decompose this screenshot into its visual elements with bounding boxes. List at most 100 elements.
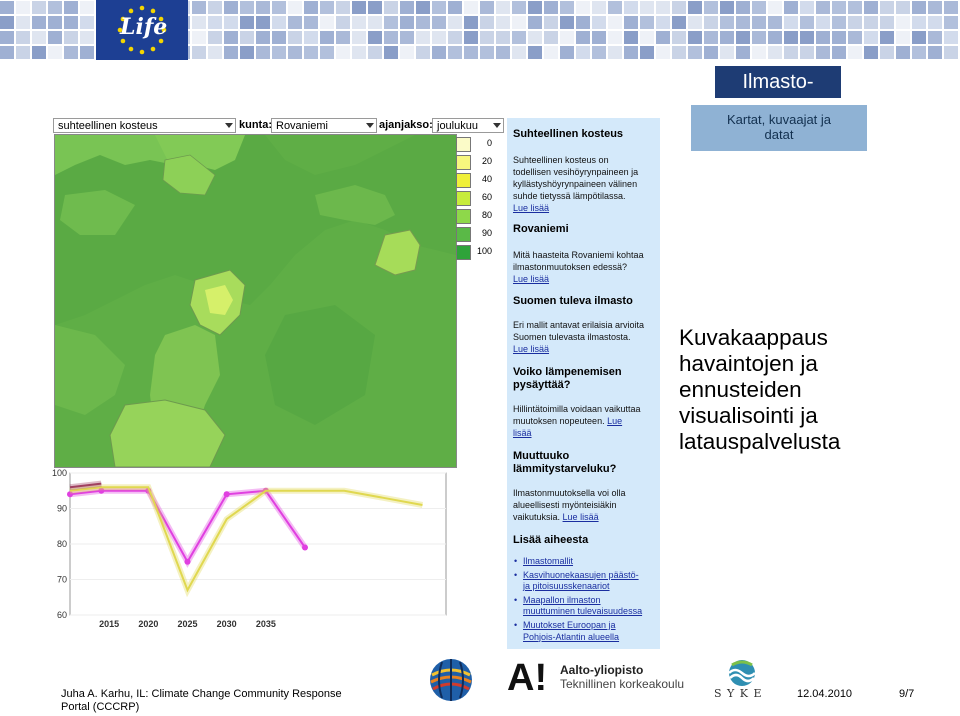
life-logo-text: Life (120, 14, 168, 40)
header-tile (736, 1, 750, 14)
header-tile (800, 46, 814, 59)
chevron-down-icon (366, 123, 374, 128)
header-tile (256, 16, 270, 29)
chart-x-tick-label: 2025 (177, 619, 197, 629)
header-tile (848, 31, 862, 44)
header-tile (496, 46, 510, 59)
header-tile (944, 16, 958, 29)
brand-subtitle-link[interactable]: Kartat, kuvaajat ja datat (691, 105, 867, 151)
humidity-chart[interactable]: 100 90 80 70 60 2015 2020 2025 2030 2035 (48, 465, 448, 635)
header-tile (576, 16, 590, 29)
star-icon (150, 8, 156, 14)
legend-item: 60 (455, 189, 495, 207)
header-tile (320, 1, 334, 14)
read-more-link-stop-warming[interactable]: Lue (607, 416, 622, 426)
header-tile (240, 46, 254, 59)
info-section-title-future-climate: Suomen tuleva ilmasto (513, 295, 633, 307)
header-tile (784, 1, 798, 14)
read-more-link-heating-need[interactable]: Lue lisää (563, 512, 599, 522)
header-tile (608, 46, 622, 59)
brand-subtitle-line2: datat (764, 127, 794, 142)
header-tile (336, 16, 350, 29)
star-icon (139, 5, 145, 11)
header-tile (240, 1, 254, 14)
header-tile (800, 16, 814, 29)
globe-icon (430, 659, 472, 701)
header-tile (768, 16, 782, 29)
list-item[interactable]: Maapallon ilmaston muuttuminen tulevaisu… (513, 595, 659, 618)
chart-x-tick-label: 2015 (99, 619, 119, 629)
list-item[interactable]: Kasvihuonekaasujen päästö- ja pitoisuuss… (513, 570, 659, 593)
header-tile (640, 31, 654, 44)
header-tile (768, 31, 782, 44)
header-tile (304, 16, 318, 29)
municipality-select[interactable]: Rovaniemi (271, 118, 377, 133)
read-more-link-stop-warming-cont[interactable]: lisää (513, 428, 532, 438)
header-tile (48, 16, 62, 29)
header-tile (464, 31, 478, 44)
header-tile (672, 1, 686, 14)
legend-label: 100 (476, 246, 492, 256)
legend-item: 90 (455, 225, 495, 243)
header-tile (32, 31, 46, 44)
header-tile (768, 1, 782, 14)
header-tile (944, 46, 958, 59)
topic-link[interactable]: muuttuminen tulevaisuudessa (523, 606, 659, 618)
legend-swatch (456, 209, 471, 224)
topic-link[interactable]: Kasvihuonekaasujen päästö- (523, 570, 659, 582)
read-more-link-rovaniemi[interactable]: Lue lisää (513, 274, 549, 284)
footer-line: Juha A. Karhu, IL: Climate Change Commun… (61, 688, 342, 700)
header-tile (272, 46, 286, 59)
header-tile (448, 31, 462, 44)
topic-link[interactable]: Maapallon ilmaston (523, 595, 659, 607)
header-tile (864, 31, 878, 44)
header-tile (352, 16, 366, 29)
read-more-link-future-climate[interactable]: Lue lisää (513, 344, 549, 354)
map-controls: suhteellinen kosteus kunta: Rovaniemi aj… (53, 118, 505, 134)
header-tile (656, 16, 670, 29)
header-tile (512, 46, 526, 59)
humidity-map[interactable] (54, 134, 457, 468)
header-tile (320, 16, 334, 29)
topic-link[interactable]: Pohjois-Atlantin alueella (523, 632, 659, 644)
info-panel: Suhteellinen kosteus Suhteellinen kosteu… (507, 118, 660, 649)
header-tile (448, 16, 462, 29)
header-tile (912, 31, 926, 44)
legend-label: 90 (481, 228, 492, 238)
topic-link[interactable]: Muutokset Euroopan ja (523, 620, 659, 632)
header-tile (448, 1, 462, 14)
header-tile (928, 1, 942, 14)
period-label: ajanjakso: (379, 119, 433, 131)
caption-line: latauspalvelusta (679, 429, 841, 454)
topic-link[interactable]: Ilmastomallit (523, 556, 659, 568)
header-tile (576, 31, 590, 44)
more-topics-list: Ilmastomallit Kasvihuonekaasujen päästö-… (513, 556, 659, 645)
header-tile (864, 46, 878, 59)
header-tile (256, 1, 270, 14)
info-text-line: alueellisesti myönteisiäkin (513, 500, 617, 510)
list-item[interactable]: Muutokset Euroopan ja Pohjois-Atlantin a… (513, 620, 659, 643)
header-tile (720, 46, 734, 59)
variable-select[interactable]: suhteellinen kosteus (53, 118, 236, 133)
chart-canvas: 100 90 80 70 60 2015 2020 2025 2030 2035 (52, 468, 447, 629)
header-tile (592, 46, 606, 59)
header-tile (656, 46, 670, 59)
header-tile (208, 1, 222, 14)
header-tile (928, 16, 942, 29)
header-tile (448, 46, 462, 59)
topic-link[interactable]: ja pitoisuusskenaariot (523, 581, 659, 593)
header-tile (624, 16, 638, 29)
info-section-title-heating-need: Muuttuuko lämmitystarveluku? (513, 450, 616, 476)
period-select[interactable]: joulukuu (432, 118, 504, 133)
header-tile (400, 31, 414, 44)
star-icon (150, 46, 156, 52)
header-tile (512, 1, 526, 14)
header-tile (432, 16, 446, 29)
brand-logo[interactable]: Ilmasto-opas.fi (715, 66, 841, 125)
info-title-line: pysäyttää? (513, 379, 571, 391)
header-tile (944, 31, 958, 44)
header-tile (288, 1, 302, 14)
read-more-link-humidity[interactable]: Lue lisää (513, 203, 549, 213)
list-item[interactable]: Ilmastomallit (513, 556, 659, 568)
header-tile (480, 31, 494, 44)
